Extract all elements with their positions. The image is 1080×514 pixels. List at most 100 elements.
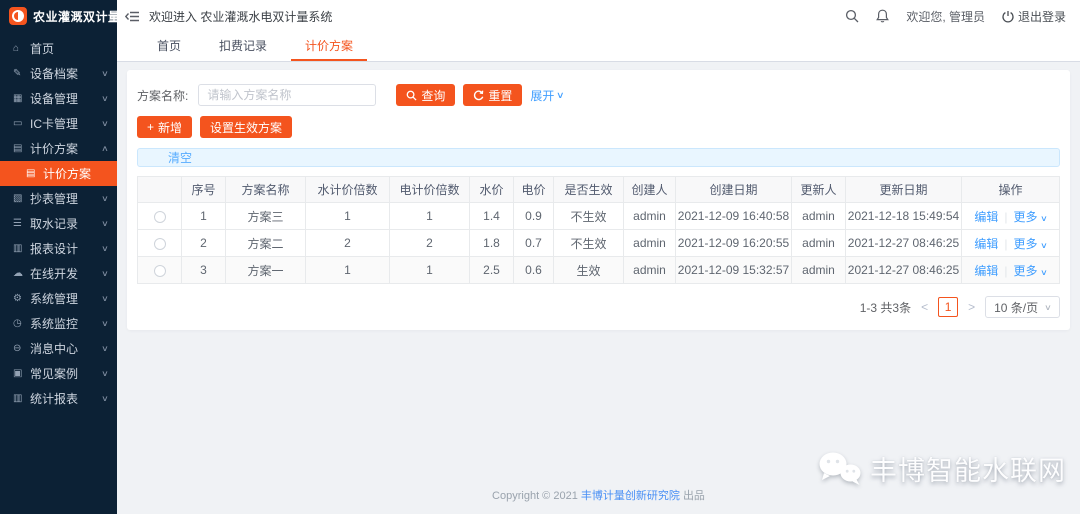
table-cell: 1 (306, 257, 390, 284)
search-button[interactable]: 查询 (396, 84, 455, 106)
edit-link[interactable]: 编辑 (974, 264, 998, 278)
more-link[interactable]: 更多 ∨ (1013, 264, 1046, 278)
sidebar-item-system-manage[interactable]: ⚙系统管理∨ (0, 286, 117, 311)
sidebar-item-label: 在线开发 (30, 265, 102, 282)
sidebar-item-online-dev[interactable]: ☁在线开发∨ (0, 261, 117, 286)
chevron-down-icon: ∨ (101, 219, 109, 228)
content: 方案名称: 查询 重置 (117, 62, 1080, 514)
next-page-icon[interactable]: > (967, 300, 976, 314)
table-cell: 2021-12-09 16:40:58 (676, 203, 792, 230)
page-size-select[interactable]: 10 条/页 ∨ (985, 296, 1060, 318)
table-cell: admin (792, 257, 846, 284)
power-icon (1002, 10, 1014, 23)
column-header: 创建日期 (676, 177, 792, 203)
sidebar-item-system-monitor[interactable]: ◷系统监控∨ (0, 311, 117, 336)
sidebar-item-water-records[interactable]: ☰取水记录∨ (0, 211, 117, 236)
sidebar-item-device-manage[interactable]: ▦设备管理∨ (0, 86, 117, 111)
wechat-icon (817, 450, 863, 488)
sidebar-item-label: 统计报表 (30, 390, 102, 407)
app-window: 农业灌溉双计量 ⌂首页✎设备档案∨▦设备管理∨▭IC卡管理∨▤计价方案∧▤计价方… (0, 0, 1080, 514)
divider: | (1004, 237, 1007, 251)
chevron-down-icon: ∨ (101, 344, 109, 353)
plan-name-input[interactable] (198, 84, 376, 106)
column-header: 电计价倍数 (390, 177, 470, 203)
table-cell: admin (624, 230, 676, 257)
sidebar-item-common-cases[interactable]: ▣常见案例∨ (0, 361, 117, 386)
tab-pricing-plan[interactable]: 计价方案 (291, 32, 367, 61)
set-effective-plan-button[interactable]: 设置生效方案 (200, 116, 292, 138)
pricing-plan-icon: ▤ (13, 143, 30, 154)
divider: | (1004, 264, 1007, 278)
chevron-up-icon: ∧ (101, 144, 109, 153)
add-button[interactable]: + 新增 (137, 116, 192, 138)
page-number-button[interactable]: 1 (938, 297, 958, 317)
search-icon[interactable] (845, 9, 859, 23)
tab-fee-records[interactable]: 扣费记录 (205, 32, 281, 61)
sidebar-item-label: 计价方案 (30, 140, 102, 157)
brand-title: 农业灌溉双计量 (33, 8, 117, 25)
chevron-down-icon: ∨ (101, 394, 109, 403)
sidebar-item-label: 设备档案 (30, 65, 102, 82)
brand-logo-icon (9, 7, 27, 25)
sidebar-item-pricing-plan-sub[interactable]: ▤计价方案 (0, 161, 117, 186)
online-dev-icon: ☁ (13, 268, 30, 279)
refresh-icon (473, 90, 484, 101)
expand-link[interactable]: 展开 ∨ (530, 87, 564, 104)
table-cell: 方案二 (226, 230, 306, 257)
stats-report-icon: ▥ (13, 393, 30, 404)
sidebar-item-device-archive[interactable]: ✎设备档案∨ (0, 61, 117, 86)
table-cell: 不生效 (554, 203, 624, 230)
pricing-plan-card: 方案名称: 查询 重置 (127, 70, 1070, 330)
pricing-plan-icon: ▤ (26, 168, 43, 179)
sidebar-item-stats-report[interactable]: ▥统计报表∨ (0, 386, 117, 411)
column-header: 水计价倍数 (306, 177, 390, 203)
more-link[interactable]: 更多 ∨ (1013, 210, 1046, 224)
select-cell (138, 257, 182, 284)
sidebar-item-label: 报表设计 (30, 240, 102, 257)
table-row: 3方案一112.50.6生效admin2021-12-09 15:32:57ad… (138, 257, 1060, 284)
sidebar-item-ic-card-manage[interactable]: ▭IC卡管理∨ (0, 111, 117, 136)
chevron-down-icon: ∨ (101, 269, 109, 278)
table-wrap: 序号方案名称水计价倍数电计价倍数水价电价是否生效创建人创建日期更新人更新日期操作… (137, 176, 1060, 284)
table-cell: admin (624, 257, 676, 284)
sidebar-item-home[interactable]: ⌂首页 (0, 36, 117, 61)
bell-icon[interactable] (876, 9, 889, 23)
footer-org-link[interactable]: 丰博计量创新研究院 (581, 490, 680, 502)
topbar-right: 欢迎您, 管理员 退出登录 (845, 8, 1066, 25)
table-cell: 0.7 (514, 230, 554, 257)
sidebar-item-meter-reading[interactable]: ▧抄表管理∨ (0, 186, 117, 211)
table-body: 1方案三111.40.9不生效admin2021-12-09 16:40:58a… (138, 203, 1060, 284)
row-radio-button[interactable] (154, 211, 166, 223)
table-row: 2方案二221.80.7不生效admin2021-12-09 16:20:55a… (138, 230, 1060, 257)
table-cell: 2021-12-09 15:32:57 (676, 257, 792, 284)
sidebar-toggle-icon[interactable] (125, 10, 140, 23)
sidebar-item-report-design[interactable]: ▥报表设计∨ (0, 236, 117, 261)
edit-link[interactable]: 编辑 (974, 210, 998, 224)
table-cell: 方案一 (226, 257, 306, 284)
sidebar-item-label: 首页 (30, 40, 108, 57)
chevron-down-icon: ∨ (1040, 241, 1048, 250)
table-cell: 1.4 (470, 203, 514, 230)
sidebar-item-pricing-plan[interactable]: ▤计价方案∧ (0, 136, 117, 161)
tab-home[interactable]: 首页 (143, 32, 195, 61)
pagination: 1-3 共3条 < 1 > 10 条/页 ∨ (137, 296, 1060, 318)
reset-button[interactable]: 重置 (463, 84, 522, 106)
clear-selection-link[interactable]: 清空 (168, 149, 192, 166)
logout-button[interactable]: 退出登录 (1002, 8, 1066, 25)
row-radio-button[interactable] (154, 265, 166, 277)
more-link[interactable]: 更多 ∨ (1013, 237, 1046, 251)
sidebar-item-label: 计价方案 (43, 165, 108, 182)
table-cell: 3 (182, 257, 226, 284)
edit-link[interactable]: 编辑 (974, 237, 998, 251)
table-cell: admin (792, 230, 846, 257)
select-cell (138, 230, 182, 257)
table-cell: 生效 (554, 257, 624, 284)
prev-page-icon[interactable]: < (920, 300, 929, 314)
row-radio-button[interactable] (154, 238, 166, 250)
table-cell: 0.6 (514, 257, 554, 284)
message-center-icon: ⊖ (13, 343, 30, 354)
table-cell: admin (624, 203, 676, 230)
main-area: 欢迎进入 农业灌溉水电双计量系统 欢迎您, 管理员 (117, 0, 1080, 514)
footer-copyright: Copyright © 2021 丰博计量创新研究院 出品 (117, 487, 1080, 503)
sidebar-item-message-center[interactable]: ⊖消息中心∨ (0, 336, 117, 361)
